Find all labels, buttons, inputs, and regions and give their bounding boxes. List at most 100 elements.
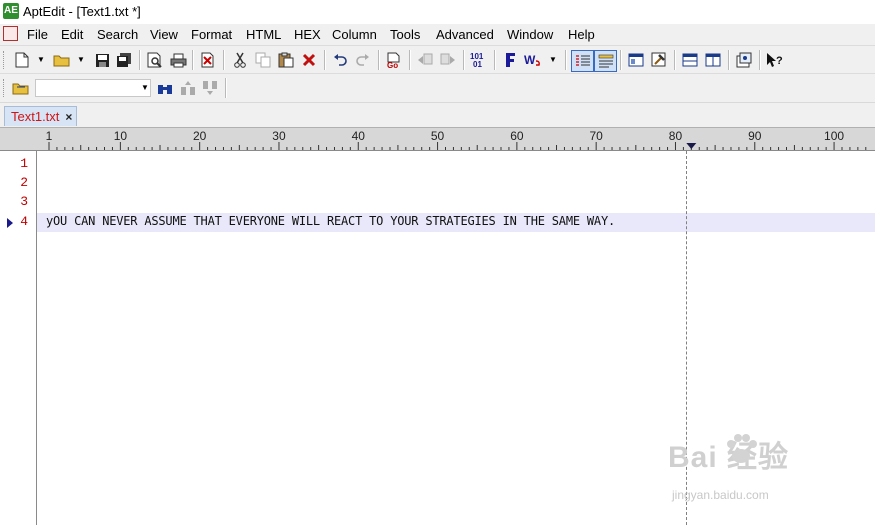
app-logo-icon: AE	[3, 3, 19, 19]
redo-icon[interactable]	[354, 51, 372, 69]
split-vertical-icon[interactable]	[704, 51, 722, 69]
toolbar-separator	[674, 50, 676, 70]
line-number: 3	[20, 194, 28, 209]
line-numbers-toggle-icon[interactable]	[571, 50, 594, 72]
menu-column[interactable]: Column	[332, 27, 377, 42]
ruler-label: 60	[510, 129, 524, 143]
toolbar-separator	[225, 78, 227, 98]
watermark-url: jingyan.baidu.com	[672, 488, 769, 502]
margin-marker-icon[interactable]	[686, 143, 697, 149]
new-file-dropdown-icon[interactable]: ▼	[36, 51, 46, 69]
print-preview-icon[interactable]	[146, 51, 164, 69]
close-file-icon[interactable]	[199, 51, 217, 69]
toolbar-grip[interactable]	[3, 51, 6, 69]
find-previous-icon[interactable]	[179, 79, 197, 97]
line-number: 1	[20, 156, 28, 171]
undo-icon[interactable]	[331, 51, 349, 69]
editor-line-4: yOU CAN NEVER ASSUME THAT EVERYONE WILL …	[46, 214, 615, 228]
line-number: 2	[20, 175, 28, 190]
search-toolbar: ▼	[0, 73, 875, 103]
find-binoculars-icon[interactable]	[156, 79, 174, 97]
toolbar-separator	[192, 50, 194, 70]
svg-text:?: ?	[776, 55, 783, 67]
menu-html[interactable]: HTML	[246, 27, 281, 42]
browser-preview-icon[interactable]	[627, 51, 645, 69]
toolbar-separator	[324, 50, 326, 70]
ruler-label: 20	[193, 129, 207, 143]
menu-file[interactable]: File	[27, 27, 48, 42]
ruler-label: 80	[669, 129, 683, 143]
print-icon[interactable]	[169, 51, 187, 69]
options-icon[interactable]	[735, 51, 753, 69]
ruler-label: 10	[114, 129, 128, 143]
line-number-gutter: 1 2 3 4	[0, 151, 37, 525]
ruler-toggle-icon[interactable]	[594, 50, 617, 72]
menu-help[interactable]: Help	[568, 27, 595, 42]
context-help-icon[interactable]: ?	[766, 51, 784, 69]
ruler-ticks: 1 10 20 30 40 50 60 70 80 90 100	[46, 129, 867, 150]
split-horizontal-icon[interactable]	[681, 51, 699, 69]
window-title: AptEdit - [Text1.txt *]	[23, 4, 141, 19]
ruler-label: 40	[352, 129, 366, 143]
menu-search[interactable]: Search	[97, 27, 138, 42]
document-menu-icon[interactable]	[3, 26, 18, 41]
menu-advanced[interactable]: Advanced	[436, 27, 494, 42]
column-ruler: 1 10 20 30 40 50 60 70 80 90 100	[0, 127, 875, 151]
toolbar-grip[interactable]	[3, 79, 6, 97]
toolbar-separator	[223, 50, 225, 70]
menu-hex[interactable]: HEX	[294, 27, 321, 42]
line-number: 4	[20, 214, 28, 229]
main-toolbar: ▼ ▼ Go 101 01 W ▼ ?	[0, 45, 875, 74]
delete-icon[interactable]	[300, 51, 318, 69]
wrap-dropdown-icon[interactable]: ▼	[548, 51, 558, 69]
current-line-arrow-icon	[7, 218, 13, 228]
title-bar: AE AptEdit - [Text1.txt *]	[0, 0, 875, 24]
tab-label: Text1.txt	[11, 109, 60, 124]
menu-format[interactable]: Format	[191, 27, 232, 42]
baidu-paw-icon	[727, 434, 757, 463]
ruler-label: 70	[589, 129, 603, 143]
open-dropdown-icon[interactable]: ▼	[76, 51, 86, 69]
toolbar-separator	[759, 50, 761, 70]
copy-icon[interactable]	[254, 51, 272, 69]
navigate-back-icon[interactable]	[416, 51, 434, 69]
toolbar-separator	[620, 50, 622, 70]
ruler-label: 90	[748, 129, 762, 143]
svg-text:W: W	[524, 53, 536, 67]
goto-line-icon[interactable]: Go	[385, 51, 403, 69]
close-tab-icon[interactable]: ×	[65, 110, 72, 124]
toolbar-separator	[378, 50, 380, 70]
ruler-label: 1	[46, 129, 53, 143]
toolbar-separator	[494, 50, 496, 70]
tab-text1[interactable]: Text1.txt ×	[4, 106, 78, 126]
find-dropdown-icon[interactable]: ▼	[140, 79, 150, 97]
open-folder-search-icon[interactable]	[12, 79, 30, 97]
document-tab-bar: Text1.txt ×	[0, 102, 875, 128]
open-folder-icon[interactable]	[53, 51, 71, 69]
toolbar-separator	[463, 50, 465, 70]
menu-edit[interactable]: Edit	[61, 27, 83, 42]
ruler-label: 30	[272, 129, 286, 143]
ruler-label: 100	[824, 129, 844, 143]
toolbar-separator	[565, 50, 567, 70]
menu-view[interactable]: View	[150, 27, 178, 42]
baidu-watermark: Bai 经验 jingyan.baidu.com	[668, 432, 789, 502]
find-input[interactable]	[35, 79, 151, 97]
paste-icon[interactable]	[277, 51, 295, 69]
find-next-icon[interactable]	[201, 79, 219, 97]
navigate-forward-icon[interactable]	[439, 51, 457, 69]
cut-icon[interactable]	[231, 51, 249, 69]
toolbar-separator	[409, 50, 411, 70]
save-all-icon[interactable]	[115, 51, 133, 69]
menu-window[interactable]: Window	[507, 27, 553, 42]
hex-mode-icon[interactable]: 101 01	[470, 51, 488, 69]
new-file-icon[interactable]	[13, 51, 31, 69]
save-icon[interactable]	[93, 51, 111, 69]
svg-text:Go: Go	[387, 61, 398, 69]
ruler-label: 50	[431, 129, 445, 143]
menu-tools[interactable]: Tools	[390, 27, 420, 42]
tools-hammer-icon[interactable]	[650, 51, 668, 69]
font-icon[interactable]	[501, 51, 519, 69]
word-wrap-icon[interactable]: W	[524, 51, 542, 69]
menu-bar: File Edit Search View Format HTML HEX Co…	[0, 24, 875, 45]
